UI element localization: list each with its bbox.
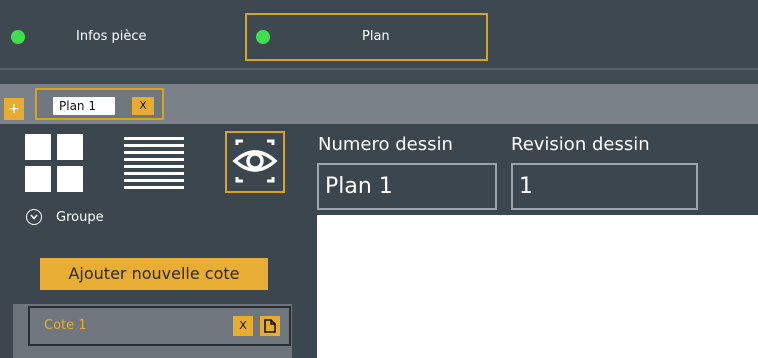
add-cote-button[interactable]: Ajouter nouvelle cote [40,258,268,290]
numero-dessin-field[interactable]: Plan 1 [317,163,497,210]
preview-button[interactable] [225,131,285,193]
list-item-cote-1[interactable]: Cote 1 X [28,306,291,346]
subtab-plan-name[interactable]: Plan 1 [53,97,115,115]
drawing-canvas[interactable] [317,215,758,358]
numero-dessin-label: Numero dessin [318,134,453,155]
divider [0,68,758,70]
group-label: Groupe [56,209,104,225]
revision-dessin-label: Revision dessin [511,134,650,155]
group-toggle[interactable]: Groupe [26,207,104,227]
tab-infos-label: Infos pièce [76,29,147,44]
tab-infos-piece[interactable]: Infos pièce [0,13,230,61]
status-dot-icon [11,30,25,44]
add-plan-button[interactable]: + [4,98,24,120]
subtab-plan-1[interactable]: Plan 1 X [35,88,164,120]
cote-label: Cote 1 [44,318,87,333]
tab-plan[interactable]: Plan [245,13,488,61]
revision-dessin-field[interactable]: 1 [511,163,698,210]
status-dot-icon [256,30,270,44]
tab-plan-label: Plan [362,29,390,44]
duplicate-icon [264,319,276,333]
close-subtab-button[interactable]: X [132,97,154,115]
eye-icon [232,139,278,183]
top-tab-bar: Infos pièce Plan [0,0,758,70]
delete-cote-button[interactable]: X [233,316,253,336]
list-view-icon[interactable] [124,137,184,189]
chevron-down-icon [26,209,42,225]
grid-view-icon[interactable] [25,134,83,192]
duplicate-cote-button[interactable] [260,316,280,336]
